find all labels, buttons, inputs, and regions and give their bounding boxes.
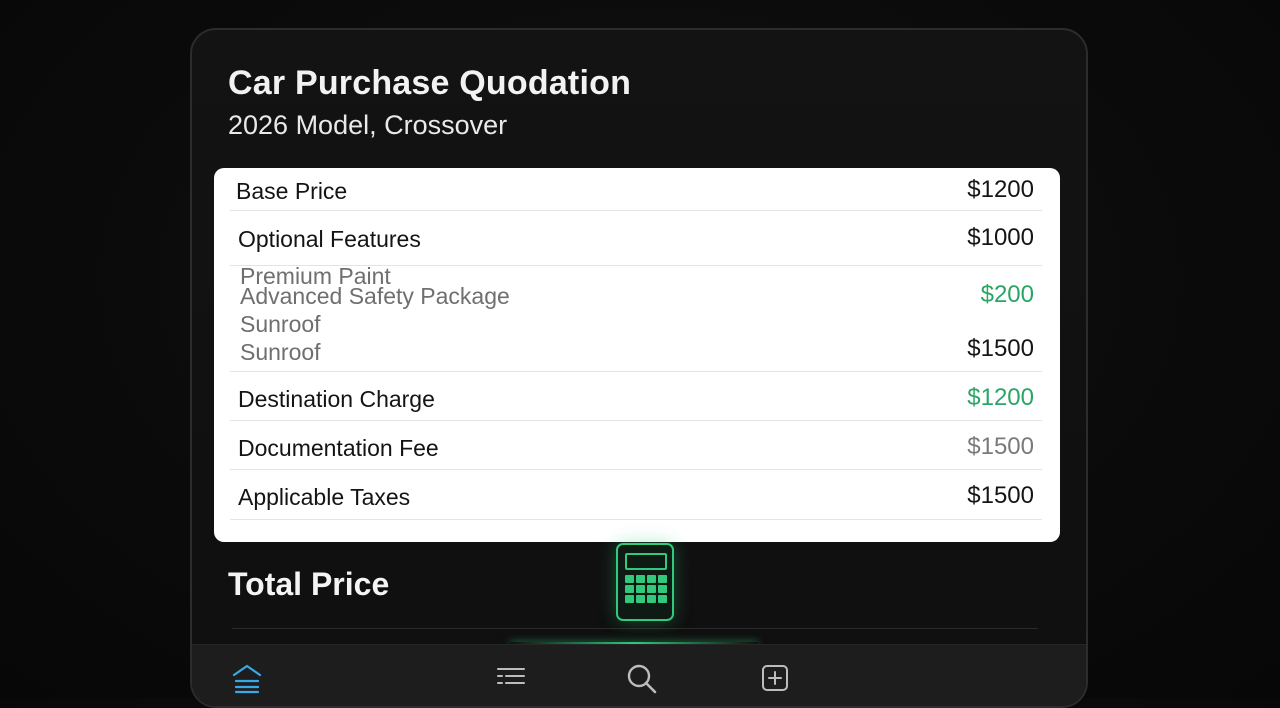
home-icon[interactable] (230, 661, 264, 695)
row-label: Optional Features (238, 226, 421, 252)
search-icon[interactable] (624, 661, 658, 695)
page-title: Car Purchase Quodation (228, 64, 632, 102)
row-label: Base Price (236, 178, 348, 204)
app-window: Car Purchase Quodation 2026 Model, Cross… (190, 28, 1088, 708)
row-value: $1200 (967, 176, 1034, 203)
divider (232, 628, 1038, 629)
calculator-keys (625, 575, 667, 603)
total-price-label: Total Price (228, 566, 390, 602)
feature-item: Sunroof (240, 339, 321, 365)
row-feature-details: Premium Paint Advanced Safety Package Su… (230, 263, 1042, 372)
add-icon[interactable] (758, 661, 792, 695)
row-applicable-taxes: Applicable Taxes $1500 (230, 469, 1042, 520)
row-value: $1500 (967, 433, 1034, 460)
row-label: Documentation Fee (238, 435, 439, 461)
quotation-card: Base Price $1200 Optional Features $1000… (214, 168, 1060, 542)
row-documentation-fee: Documentation Fee $1500 (230, 420, 1042, 470)
list-icon[interactable] (494, 661, 528, 695)
row-label: Destination Charge (238, 386, 435, 412)
row-destination-charge: Destination Charge $1200 (230, 371, 1042, 421)
calculator-icon[interactable] (616, 543, 674, 621)
bottom-tab-bar (192, 644, 1086, 706)
feature-item: Advanced Safety Package (240, 283, 510, 309)
feature-value: $1500 (967, 335, 1034, 362)
feature-value: $200 (980, 281, 1034, 308)
row-value: $1500 (967, 482, 1034, 509)
page-subtitle: 2026 Model, Crossover (228, 110, 508, 140)
row-value: $1200 (967, 384, 1034, 411)
row-label: Applicable Taxes (238, 484, 411, 510)
row-optional-features: Optional Features $1000 (230, 210, 1042, 266)
calculator-screen (625, 553, 667, 570)
row-value: $1000 (967, 224, 1034, 251)
feature-item: Sunroof (240, 311, 321, 337)
row-base-price: Base Price $1200 (230, 168, 1042, 211)
